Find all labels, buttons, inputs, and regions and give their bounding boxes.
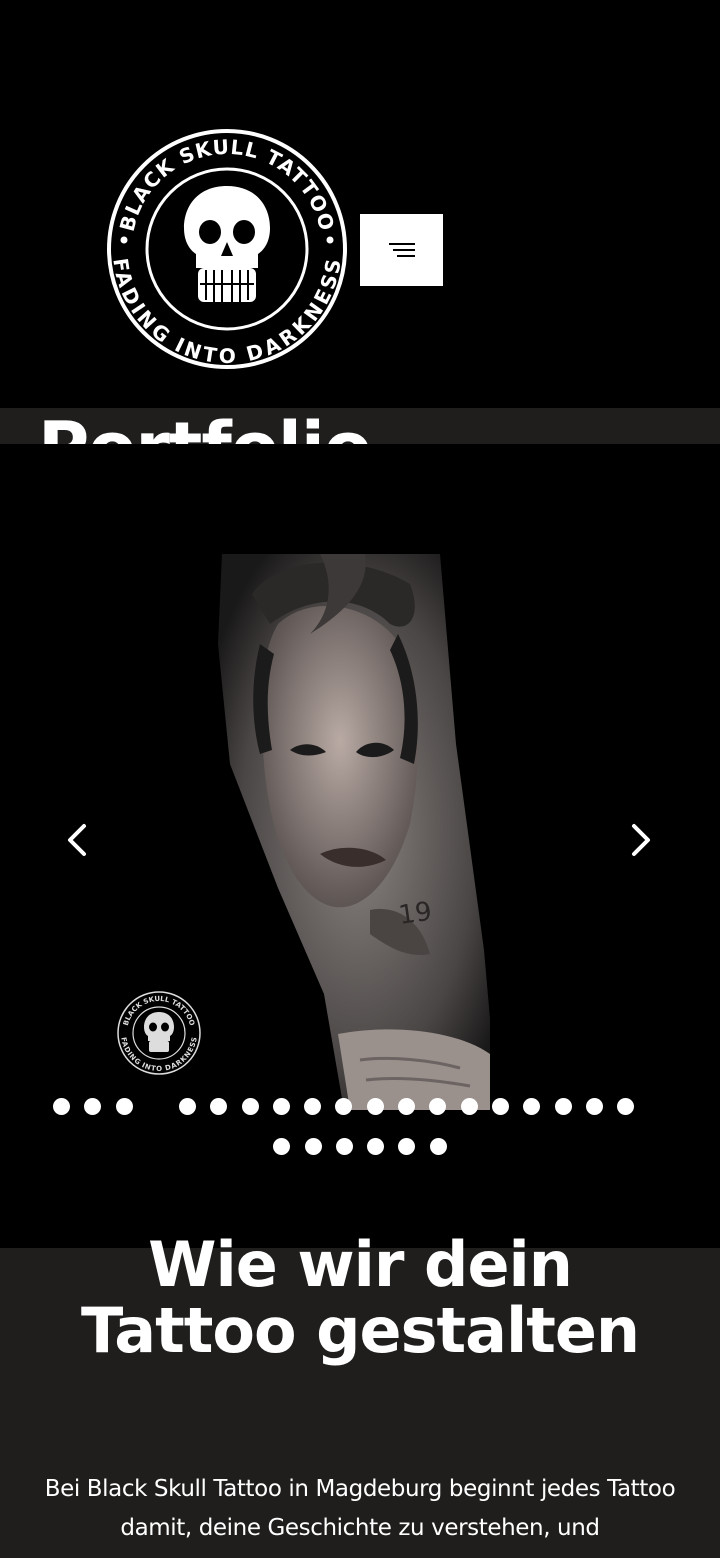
pagination-dot[interactable]: [492, 1098, 509, 1115]
pagination-dot[interactable]: [429, 1098, 446, 1115]
pagination-dot[interactable]: [555, 1098, 572, 1115]
pagination-dot[interactable]: [430, 1138, 447, 1155]
svg-text:19: 19: [397, 897, 434, 931]
process-text: Bei Black Skull Tattoo in Magdeburg begi…: [44, 1476, 676, 1541]
pagination-dot[interactable]: [586, 1098, 603, 1115]
black-skull-logo: BLACK SKULL TATTOO FADING INTO DARKNESS: [107, 129, 347, 369]
chevron-right-icon: [632, 824, 650, 856]
pagination-dot[interactable]: [242, 1098, 259, 1115]
pagination-row: [0, 1098, 720, 1118]
pagination-dot[interactable]: [523, 1098, 540, 1115]
pagination-dot[interactable]: [116, 1098, 133, 1115]
slider-next-button[interactable]: [618, 818, 662, 862]
pagination-dot[interactable]: [53, 1098, 70, 1115]
site-logo[interactable]: BLACK SKULL TATTOO FADING INTO DARKNESS: [106, 128, 348, 370]
slider-prev-button[interactable]: [56, 818, 100, 862]
pagination-dot[interactable]: [335, 1098, 352, 1115]
portfolio-slider: 19 BLACK SKULL TATTOO FADING INTO DARKNE…: [0, 444, 720, 1248]
pagination-dot[interactable]: [336, 1138, 353, 1155]
pagination-dot[interactable]: [273, 1138, 290, 1155]
pagination-dot[interactable]: [179, 1098, 196, 1115]
pagination-dot[interactable]: [304, 1098, 321, 1115]
site-header: BLACK SKULL TATTOO FADING INTO DARKNESS: [0, 0, 720, 408]
pagination-row: [0, 1138, 720, 1158]
hamburger-menu-icon: [388, 243, 415, 257]
watermark-logo: BLACK SKULL TATTOO FADING INTO DARKNESS: [117, 991, 201, 1075]
pagination-dot[interactable]: [367, 1138, 384, 1155]
page: BLACK SKULL TATTOO FADING INTO DARKNESS: [0, 0, 720, 1558]
tattoo-forearm-portrait-image[interactable]: 19: [160, 554, 490, 1110]
pagination-dot[interactable]: [305, 1138, 322, 1155]
pagination-dot[interactable]: [398, 1098, 415, 1115]
process-heading: Wie wir dein Tattoo gestalten: [80, 1228, 640, 1367]
pagination-dot[interactable]: [84, 1098, 101, 1115]
chevron-left-icon: [68, 824, 86, 856]
pagination-dot[interactable]: [617, 1098, 634, 1115]
pagination-dot[interactable]: [461, 1098, 478, 1115]
menu-button[interactable]: [360, 214, 443, 286]
pagination-dot[interactable]: [273, 1098, 290, 1115]
process-section: Wie wir dein Tattoo gestalten Bei Black …: [0, 1232, 720, 1558]
pagination-dot[interactable]: [367, 1098, 384, 1115]
pagination-dot[interactable]: [398, 1138, 415, 1155]
pagination-dot[interactable]: [210, 1098, 227, 1115]
